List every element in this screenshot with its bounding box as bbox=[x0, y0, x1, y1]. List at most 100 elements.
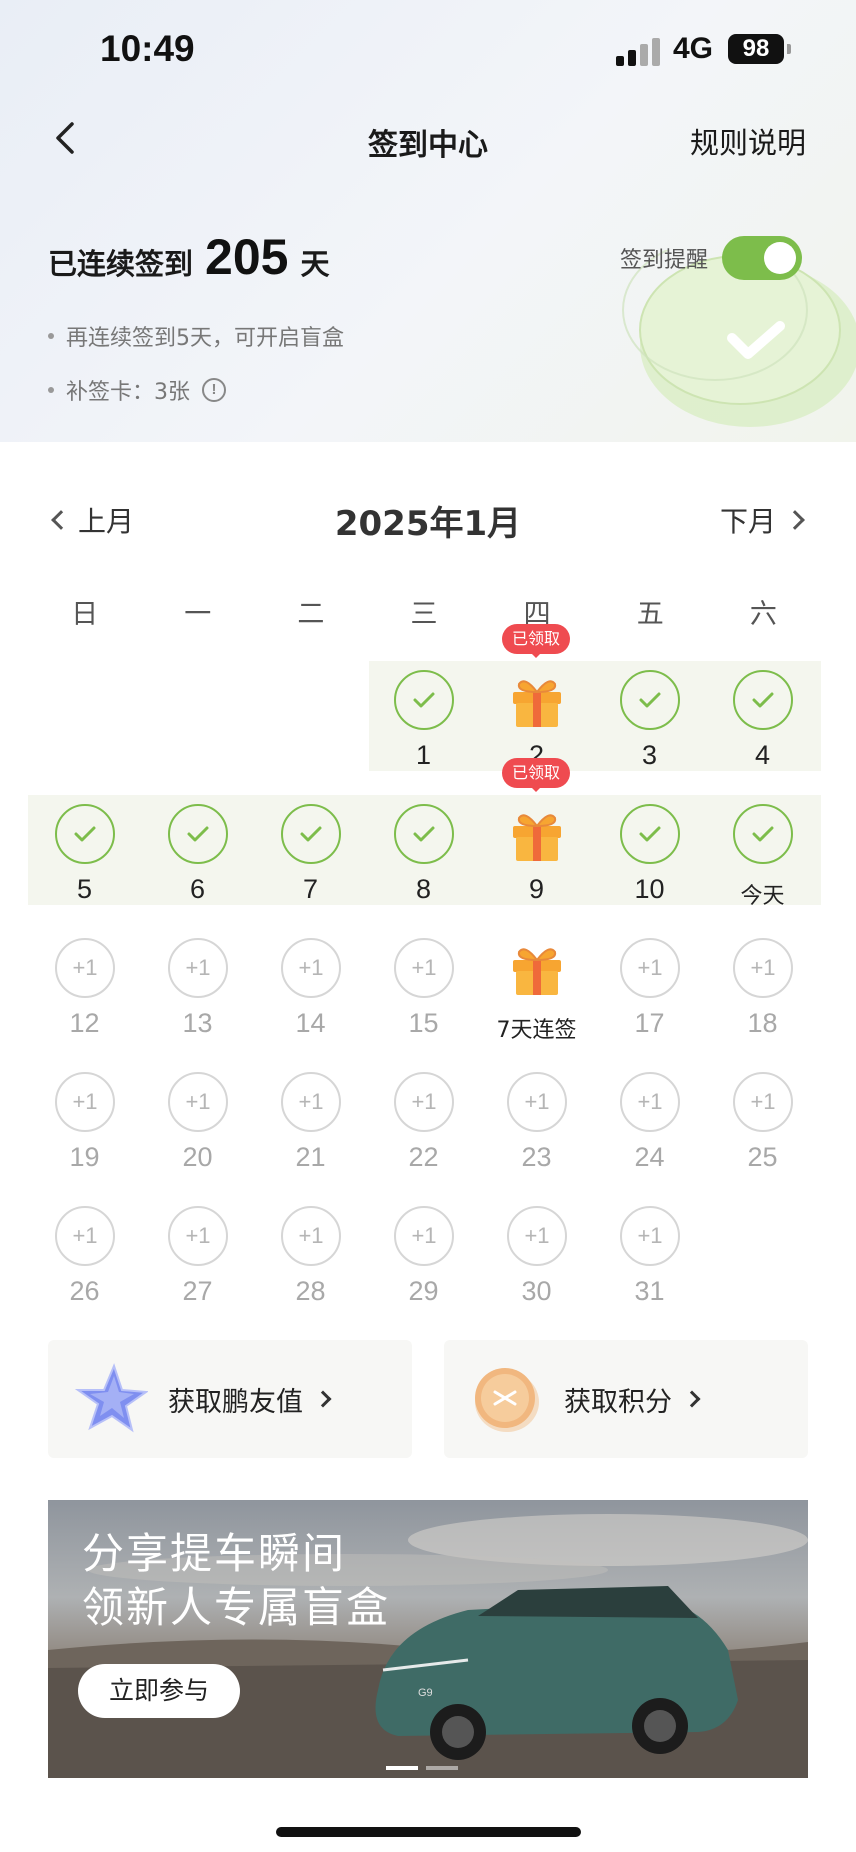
calendar-day-cell[interactable]: +1 21 bbox=[254, 1072, 367, 1182]
plus-one-badge: +1 bbox=[168, 1206, 228, 1266]
reminder-setting: 签到提醒 bbox=[620, 236, 803, 280]
plus-one-badge: +1 bbox=[733, 938, 793, 998]
gift-icon bbox=[507, 804, 567, 864]
calendar-day-cell[interactable]: +1 14 bbox=[254, 938, 367, 1048]
prev-month-button[interactable]: 上月 bbox=[51, 500, 135, 540]
makeup-card-count: 3张 bbox=[154, 380, 191, 405]
calendar-day-cell[interactable]: +1 26 bbox=[28, 1206, 141, 1316]
weekday-sat: 六 bbox=[749, 599, 777, 630]
chevron-right-icon bbox=[785, 510, 805, 530]
get-points-label: 获取积分 bbox=[564, 1386, 672, 1418]
get-friend-value-label: 获取鹏友值 bbox=[168, 1386, 303, 1418]
calendar-day-cell[interactable]: 已领取 9 bbox=[480, 758, 593, 914]
calendar-day-cell[interactable]: 10 bbox=[593, 804, 706, 914]
car-badge: G9 bbox=[418, 1687, 433, 1699]
calendar-day-label: 30 bbox=[521, 1276, 552, 1306]
reminder-toggle[interactable] bbox=[722, 236, 803, 280]
weekday-mon: 一 bbox=[184, 599, 212, 630]
prev-month-label: 上月 bbox=[78, 505, 135, 538]
calendar-day-cell[interactable]: 4 bbox=[706, 670, 819, 780]
chevron-right-icon bbox=[314, 1390, 332, 1408]
calendar-day-cell[interactable]: +1 24 bbox=[593, 1072, 706, 1182]
carousel-dot[interactable] bbox=[426, 1766, 458, 1770]
calendar-day-label: 7 bbox=[302, 874, 319, 904]
get-friend-value-card[interactable]: 获取鹏友值 bbox=[48, 1340, 412, 1458]
calendar-day-cell[interactable]: +1 25 bbox=[706, 1072, 819, 1182]
calendar-day-cell[interactable]: +1 30 bbox=[480, 1206, 593, 1316]
calendar-day-label: 8 bbox=[415, 874, 432, 904]
calendar-day-label: 14 bbox=[295, 1008, 326, 1038]
claimed-badge: 已领取 bbox=[502, 624, 570, 658]
chevron-left-icon bbox=[51, 510, 71, 530]
calendar-day-cell[interactable]: 8 bbox=[367, 804, 480, 914]
checkmark-icon bbox=[620, 670, 680, 730]
calendar-day-cell[interactable]: +1 20 bbox=[141, 1072, 254, 1182]
calendar-day-label: 10 bbox=[634, 874, 665, 904]
promo-banner[interactable]: G9 分享提车瞬间 领新人专属盲盒 立即参与 bbox=[48, 1500, 808, 1778]
calendar-day-label: 今天 bbox=[740, 884, 785, 909]
calendar-day-label: 26 bbox=[69, 1276, 100, 1306]
calendar-day-cell[interactable]: +1 18 bbox=[706, 938, 819, 1048]
weekday-sun: 日 bbox=[71, 599, 99, 630]
get-points-card[interactable]: 获取积分 bbox=[444, 1340, 808, 1458]
bullet-dot bbox=[48, 333, 54, 339]
calendar-day-cell[interactable]: 3 bbox=[593, 670, 706, 780]
calendar-day-cell[interactable]: +1 28 bbox=[254, 1206, 367, 1316]
calendar-day-label: 24 bbox=[634, 1142, 665, 1172]
calendar-day-label: 23 bbox=[521, 1142, 552, 1172]
weekday-tue: 二 bbox=[297, 599, 325, 630]
calendar-day-cell[interactable]: 6 bbox=[141, 804, 254, 914]
calendar-day-cell[interactable]: +1 27 bbox=[141, 1206, 254, 1316]
calendar-day-cell[interactable]: +1 19 bbox=[28, 1072, 141, 1182]
streak-prefix: 已连续签到 bbox=[48, 247, 194, 281]
back-arrow-icon[interactable] bbox=[46, 118, 86, 158]
calendar-day-label: 18 bbox=[747, 1008, 778, 1038]
calendar-day-cell[interactable]: +1 12 bbox=[28, 938, 141, 1048]
calendar-day-cell[interactable]: 7天连签 bbox=[480, 938, 593, 1048]
carousel-dot-active[interactable] bbox=[386, 1766, 418, 1770]
join-now-button[interactable]: 立即参与 bbox=[78, 1664, 240, 1718]
calendar-day-cell[interactable]: +1 17 bbox=[593, 938, 706, 1048]
checkmark-icon bbox=[620, 804, 680, 864]
checkmark-icon bbox=[55, 804, 115, 864]
info-icon[interactable]: ! bbox=[202, 378, 227, 402]
plus-one-badge: +1 bbox=[55, 1206, 115, 1266]
plus-one-badge: +1 bbox=[507, 1072, 567, 1132]
calendar-day-cell[interactable]: +1 13 bbox=[141, 938, 254, 1048]
star-crystal-icon bbox=[74, 1363, 148, 1433]
streak-unit: 天 bbox=[300, 247, 330, 281]
next-month-button[interactable]: 下月 bbox=[720, 500, 805, 540]
toggle-knob bbox=[764, 242, 797, 274]
bullet-dot bbox=[48, 387, 54, 393]
rules-link[interactable]: 规则说明 bbox=[690, 120, 806, 162]
calendar-day-label: 3 bbox=[641, 740, 658, 770]
calendar-day-cell[interactable]: 1 bbox=[367, 670, 480, 780]
calendar-day-cell[interactable]: 5 bbox=[28, 804, 141, 914]
plus-one-badge: +1 bbox=[620, 1206, 680, 1266]
calendar-day-cell[interactable]: +1 31 bbox=[593, 1206, 706, 1316]
gift-icon bbox=[507, 938, 567, 998]
calendar-day-cell[interactable]: +1 22 bbox=[367, 1072, 480, 1182]
calendar-day-label: 20 bbox=[182, 1142, 213, 1172]
banner-line-1: 分享提车瞬间 bbox=[82, 1529, 347, 1578]
calendar-day-label: 31 bbox=[634, 1276, 665, 1306]
calendar-day-cell[interactable]: 7 bbox=[254, 804, 367, 914]
plus-one-badge: +1 bbox=[733, 1072, 793, 1132]
streak-days: 205 bbox=[205, 229, 289, 285]
calendar-day-label: 7天连签 bbox=[496, 1018, 577, 1043]
calendar-day-cell[interactable]: +1 29 bbox=[367, 1206, 480, 1316]
note-blind-box-text: 再连续签到5天，可开启盲盒 bbox=[66, 326, 344, 351]
calendar-day-cell[interactable]: +1 15 bbox=[367, 938, 480, 1048]
checkmark-icon bbox=[733, 804, 793, 864]
calendar-day-label: 15 bbox=[408, 1008, 439, 1038]
calendar-day-cell[interactable]: 今天 bbox=[706, 804, 819, 914]
note-makeup-card: 补签卡： 3张 ! bbox=[48, 370, 344, 410]
calendar-day-label: 1 bbox=[415, 740, 432, 770]
plus-one-badge: +1 bbox=[507, 1206, 567, 1266]
status-bar: 10:49 4G 98 bbox=[0, 0, 856, 100]
plus-one-badge: +1 bbox=[620, 938, 680, 998]
calendar-day-label: 4 bbox=[754, 740, 771, 770]
plus-one-badge: +1 bbox=[55, 938, 115, 998]
calendar-day-cell[interactable]: +1 23 bbox=[480, 1072, 593, 1182]
checkmark-icon bbox=[281, 804, 341, 864]
